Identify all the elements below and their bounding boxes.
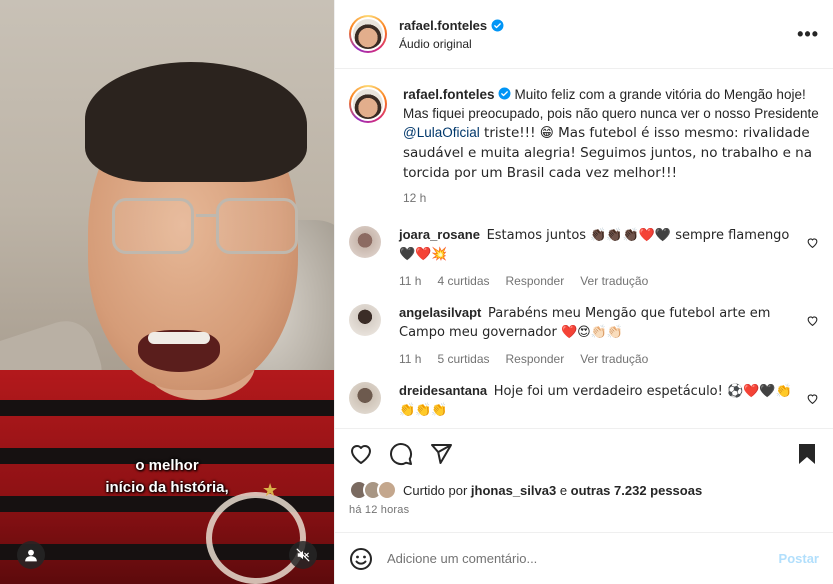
- comment-likes[interactable]: 5 curtidas: [437, 350, 489, 368]
- add-comment-bar: Postar: [335, 532, 833, 584]
- comment-like-heart-icon[interactable]: [806, 392, 819, 405]
- comment-avatar[interactable]: [349, 304, 381, 336]
- post-details-panel: rafael.fonteles Áudio original ••• rafae…: [334, 0, 833, 584]
- likes-summary: Curtido por jhonas_silva3 e outras 7.232…: [335, 478, 833, 502]
- bookmark-save-icon[interactable]: [795, 442, 819, 466]
- liker-avatars: [349, 480, 397, 500]
- comment-time[interactable]: 11 h: [399, 272, 421, 290]
- caption-author-avatar[interactable]: [349, 85, 387, 123]
- comment-translate-button[interactable]: Ver tradução: [580, 272, 648, 290]
- emoji-smiley-icon[interactable]: [349, 547, 373, 571]
- video-subtitle: o melhor início da história,: [0, 455, 334, 499]
- author-avatar[interactable]: [349, 15, 387, 53]
- video-hair: [85, 62, 307, 182]
- comment-input[interactable]: [387, 551, 779, 566]
- post-time-ago[interactable]: há 12 horas: [335, 502, 833, 532]
- comment-reply-button[interactable]: Responder: [506, 350, 565, 368]
- video-glasses-right: [216, 198, 298, 254]
- comment-username[interactable]: angelasilvapt: [399, 305, 481, 320]
- comment-translate-button[interactable]: Ver tradução: [580, 350, 648, 368]
- author-username[interactable]: rafael.fonteles: [399, 18, 487, 33]
- comment-like-heart-icon[interactable]: [806, 236, 819, 249]
- more-options-icon[interactable]: •••: [797, 24, 819, 45]
- video-jersey-crest: [206, 492, 306, 584]
- likes-others-link[interactable]: outras 7.232 pessoas: [571, 483, 703, 498]
- speaker-muted-icon: [296, 548, 310, 562]
- video-subtitle-line-1: o melhor: [135, 457, 199, 474]
- caption-mention-link[interactable]: @LulaOficial: [403, 125, 480, 140]
- caption-timestamp[interactable]: 12 h: [403, 189, 426, 208]
- liker-avatar[interactable]: [377, 480, 397, 500]
- comment-item: angelasilvapt Parabéns meu Mengão que fu…: [349, 304, 819, 368]
- video-glasses-left: [112, 198, 194, 254]
- likes-middle: e: [556, 482, 571, 498]
- like-heart-icon[interactable]: [349, 442, 373, 466]
- comment-likes[interactable]: 4 curtidas: [437, 272, 489, 290]
- author-username-row: rafael.fonteles: [399, 18, 797, 33]
- comment-avatar[interactable]: [349, 382, 381, 414]
- likes-prefix: Curtido por: [403, 482, 471, 498]
- comment-time[interactable]: 11 h: [399, 350, 421, 368]
- caption-username[interactable]: rafael.fonteles: [403, 87, 495, 102]
- video-subtitle-line-2: início da história,: [105, 479, 229, 496]
- share-send-icon[interactable]: [429, 442, 453, 466]
- verified-badge-icon: [491, 19, 504, 31]
- mute-button[interactable]: [289, 541, 317, 569]
- post-caption: rafael.fonteles Muito feliz com a grande …: [349, 85, 819, 208]
- likes-user-link[interactable]: jhonas_silva3: [471, 483, 556, 498]
- post-header: rafael.fonteles Áudio original •••: [335, 0, 833, 69]
- post-comment-button[interactable]: Postar: [779, 551, 819, 566]
- comment-avatar[interactable]: [349, 226, 381, 258]
- tagged-users-button[interactable]: [17, 541, 45, 569]
- reel-video[interactable]: ★ o melhor início da história,: [0, 0, 334, 584]
- post-modal: ★ o melhor início da história, rafael.fo…: [0, 0, 833, 584]
- comment-item: joara_rosane Estamos juntos 👏🏿👏🏿👏🏿❤️🖤 se…: [349, 226, 819, 290]
- post-actions-bar: [335, 428, 833, 478]
- comment-username[interactable]: joara_rosane: [399, 227, 480, 242]
- user-icon: [25, 549, 37, 562]
- video-glasses-bridge: [196, 214, 218, 217]
- comment-username[interactable]: dreidesantana: [399, 383, 487, 398]
- comment-like-heart-icon[interactable]: [806, 314, 819, 327]
- audio-link[interactable]: Áudio original: [399, 37, 797, 51]
- verified-badge-icon: [498, 87, 511, 100]
- comment-reply-button[interactable]: Responder: [506, 272, 565, 290]
- video-teeth: [148, 332, 210, 344]
- comment-bubble-icon[interactable]: [389, 442, 413, 466]
- comment-item: dreidesantana Hoje foi um verdadeiro esp…: [349, 382, 819, 420]
- comments-list[interactable]: rafael.fonteles Muito feliz com a grande …: [335, 69, 833, 428]
